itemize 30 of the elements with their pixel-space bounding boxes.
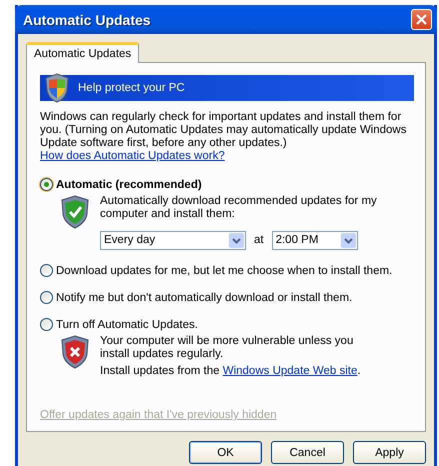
option-label: Automatic (recommended) [56,178,202,190]
option-description: Automatically download recommended updates for my computer and install them: [100,195,378,221]
dialog-button[interactable]: Apply [353,441,426,464]
window-title: Automatic Updates [23,12,151,28]
tab[interactable]: Automatic Updates [26,42,140,63]
radio-button[interactable] [40,264,53,277]
warning-text: Your computer will be more vulnerable unless you install updates regularly. [100,335,354,361]
radio-button[interactable] [40,291,53,304]
time-dropdown[interactable]: 2:00 PM [272,231,358,250]
install-sentence: Install updates from the Windows Update Web site. [100,365,362,378]
radio-button[interactable] [40,318,53,331]
day-dropdown[interactable]: Every day [100,231,246,250]
caret-icon [344,238,353,244]
shield-icon [44,73,70,103]
option-label: Download updates for me, but let me choose when to install them. [56,264,392,276]
help-link[interactable]: How does Automatic Updates work? [40,150,225,162]
intro-text: Windows can regularly check for important updates and install them for you. (Turning on Automatic Updates may automatically update Windows Update software first, before any other updates.) [40,111,408,150]
dialog-button[interactable]: OK [189,441,262,464]
caret-icon [232,238,241,244]
option-label: Turn off Automatic Updates. [56,318,198,330]
at-label: at [254,234,264,247]
dialog-button[interactable]: Cancel [271,441,344,464]
radio-button[interactable] [40,178,53,191]
shield-check-icon [60,195,90,229]
windows-update-link[interactable]: Windows Update Web site [222,365,358,377]
banner-text: Help protect your PC [78,82,185,94]
close-button[interactable] [411,9,432,30]
close-icon [416,14,427,25]
option-label: Notify me but don't automatically download or install them. [56,292,352,304]
shield-x-icon [60,335,90,369]
